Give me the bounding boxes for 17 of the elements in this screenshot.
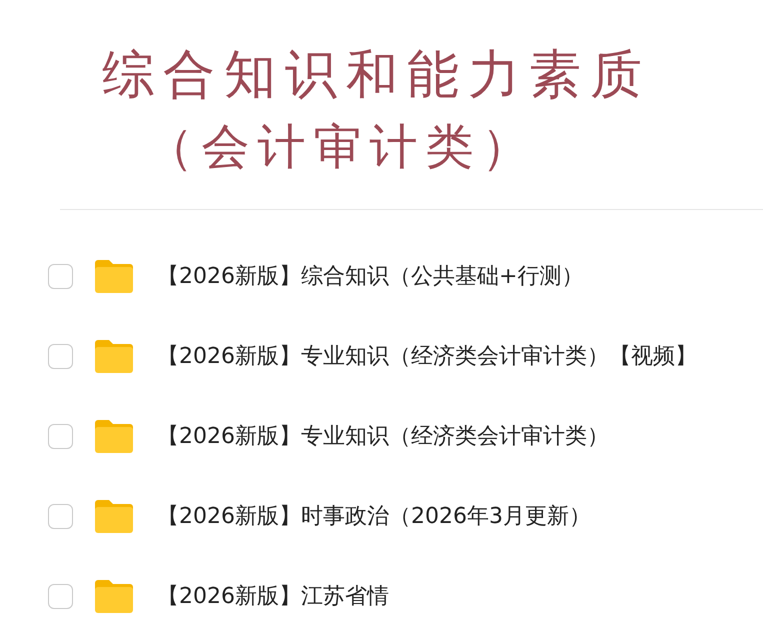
checkbox[interactable] [48, 424, 73, 448]
folder-name[interactable]: 【2026新版】专业知识（经济类会计审计类）【视频】 [157, 341, 697, 371]
folder-name[interactable]: 【2026新版】专业知识（经济类会计审计类） [157, 421, 609, 451]
folder-icon [93, 258, 135, 294]
folder-name[interactable]: 【2026新版】时事政治（2026年3月更新） [157, 501, 591, 531]
folder-icon [93, 578, 135, 614]
folder-icon [93, 418, 135, 454]
checkbox[interactable] [48, 264, 73, 288]
banner-title: （会计审计类） [146, 118, 538, 178]
checkbox[interactable] [48, 504, 73, 528]
folder-name[interactable]: 【2026新版】江苏省情 [157, 581, 389, 611]
checkbox[interactable] [48, 584, 73, 608]
folder-name[interactable]: 【2026新版】综合知识（公共基础+行测） [157, 261, 584, 291]
banner-title: 综合知识和能力素质 [102, 44, 651, 107]
folder-icon [93, 498, 135, 534]
folder-icon [93, 338, 135, 374]
checkbox[interactable] [48, 344, 73, 368]
